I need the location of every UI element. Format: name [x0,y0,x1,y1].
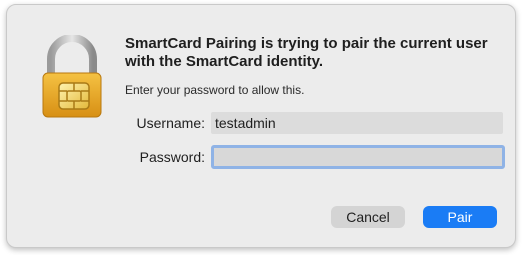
cancel-button[interactable]: Cancel [331,206,405,228]
dialog-subtitle: Enter your password to allow this. [125,83,305,97]
password-row: Password: [117,145,505,169]
password-label: Password: [139,149,205,165]
pair-button[interactable]: Pair [423,206,497,228]
authorization-dialog: SmartCard Pairing is trying to pair the … [6,4,516,248]
username-label: Username: [136,115,205,131]
password-field[interactable] [211,145,505,169]
smartcard-lock-icon [39,34,105,119]
username-row: Username: testadmin [117,111,503,135]
username-field: testadmin [211,112,503,134]
dialog-title: SmartCard Pairing is trying to pair the … [125,35,488,70]
